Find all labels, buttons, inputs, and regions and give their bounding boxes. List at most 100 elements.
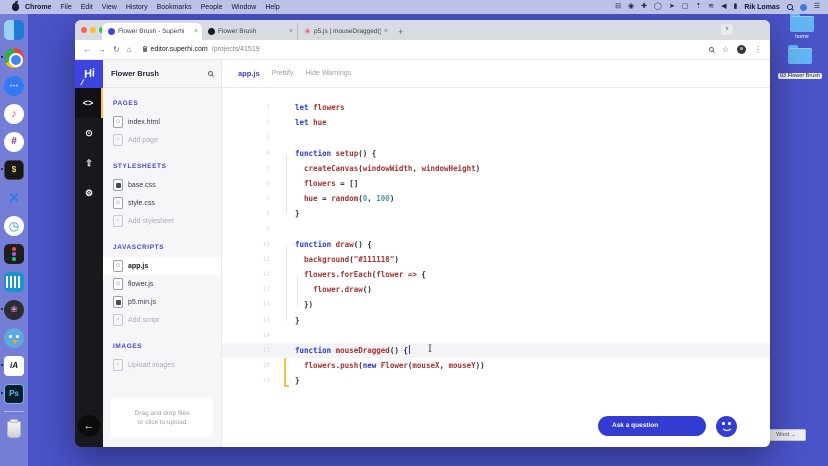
wifi-icon[interactable]: ≋: [708, 0, 714, 14]
menu-help[interactable]: Help: [265, 4, 279, 11]
code-line[interactable]: 7 hue = random(0, 100): [222, 191, 770, 206]
file-item-upload-images[interactable]: +Upload images: [103, 356, 221, 374]
dock-finder-icon[interactable]: [4, 19, 25, 40]
browser-tab[interactable]: Flower Brush×: [202, 23, 297, 40]
file-item-p5-min-js[interactable]: p5.min.js: [103, 293, 221, 311]
notification-center-icon[interactable]: ☰: [814, 0, 820, 14]
code-line[interactable]: 5 createCanvas(windowWidth, windowHeight…: [222, 161, 770, 176]
code-line[interactable]: 10function draw() {: [222, 237, 770, 252]
menu-user-name[interactable]: Rik Lomas: [744, 4, 779, 11]
minimize-window-button[interactable]: [90, 27, 96, 33]
pointer-icon[interactable]: ➤: [669, 0, 675, 14]
display-icon[interactable]: ⊟: [615, 0, 621, 14]
code-line[interactable]: 18 flowers.push(new Flower(mouseX, mouse…: [222, 358, 770, 373]
word-window-fragment[interactable]: Word ⌄: [766, 429, 806, 441]
code-line[interactable]: 9: [222, 222, 770, 237]
file-item-style-css[interactable]: ☺style.css: [103, 194, 221, 212]
spotlight-search-icon[interactable]: [787, 4, 793, 10]
settings-gear-icon[interactable]: ⚙: [75, 178, 103, 208]
search-icon[interactable]: [208, 71, 213, 76]
code-line[interactable]: 13 flower.draw(): [222, 282, 770, 297]
menu-bookmarks[interactable]: Bookmarks: [157, 4, 192, 11]
code-line[interactable]: 1let flowers: [222, 100, 770, 115]
code-line[interactable]: 8}: [222, 206, 770, 221]
dock-clock-icon[interactable]: ◷: [4, 215, 25, 236]
ask-question-button[interactable]: Ask a question: [598, 416, 706, 436]
close-window-button[interactable]: [81, 27, 87, 33]
tabstrip-chevron-icon[interactable]: ∨: [721, 24, 733, 35]
code-line[interactable]: 2let hue: [222, 115, 770, 130]
menu-view[interactable]: View: [102, 4, 117, 11]
prettify-button[interactable]: Prettify: [272, 70, 294, 77]
upload-dropzone[interactable]: Drag and drop files or click to upload: [111, 398, 213, 437]
code-line[interactable]: 6 flowers = []: [222, 176, 770, 191]
browser-tab[interactable]: Flower Brush - Superhi×: [102, 23, 202, 40]
share-upload-icon[interactable]: ⇧: [75, 148, 103, 178]
code-line[interactable]: 15}: [222, 313, 770, 328]
dock-terminal-icon[interactable]: $: [4, 159, 25, 180]
menu-people[interactable]: People: [201, 4, 223, 11]
upload-icon[interactable]: ⇡: [695, 0, 701, 14]
hide-warnings-button[interactable]: Hide Warnings: [305, 70, 351, 77]
forward-icon[interactable]: →: [98, 45, 106, 54]
code-line[interactable]: 12 flowers.forEach(flower => {: [222, 267, 770, 282]
code-line[interactable]: 17function mouseDragged() {: [222, 343, 770, 358]
monitor-icon[interactable]: ▢: [682, 0, 689, 14]
dock-ia-writer-icon[interactable]: iA: [4, 355, 25, 376]
dock-photoshop-icon[interactable]: Ps: [4, 383, 25, 404]
tab-close-icon[interactable]: ×: [194, 28, 198, 35]
file-item-add-stylesheet[interactable]: +Add stylesheet: [103, 212, 221, 230]
siri-icon[interactable]: [800, 4, 807, 11]
menu-window[interactable]: Window: [231, 4, 256, 11]
dock-dark-app-icon[interactable]: ❀: [4, 299, 25, 320]
shield-icon[interactable]: ✚: [641, 0, 647, 14]
code-line[interactable]: 4function setup() {: [222, 146, 770, 161]
battery-icon[interactable]: ▮: [733, 0, 737, 14]
record-icon[interactable]: ◉: [628, 0, 634, 14]
dock-slack-icon[interactable]: #: [4, 131, 25, 152]
dock-chrome-icon[interactable]: [4, 47, 25, 68]
file-item-add-script[interactable]: +Add script: [103, 311, 221, 329]
menu-app-name[interactable]: Chrome: [25, 4, 51, 11]
code-line[interactable]: 11 background("#111118"): [222, 252, 770, 267]
dock-music-icon[interactable]: ♪: [4, 103, 25, 124]
file-item-app-js[interactable]: ☺app.js: [103, 257, 221, 275]
avatar[interactable]: [737, 45, 746, 54]
reload-icon[interactable]: ↻: [113, 45, 120, 54]
home-icon[interactable]: ⌂: [127, 45, 132, 54]
dock-trash-icon[interactable]: [4, 419, 25, 440]
superhi-logo[interactable]: Hi: [75, 60, 103, 88]
browser-tab[interactable]: ✳p5.js | mouseDragged()×: [297, 23, 392, 40]
code-line[interactable]: 19}: [222, 373, 770, 388]
dock-messages-icon[interactable]: ⋯: [4, 75, 25, 96]
bookmark-star-icon[interactable]: ☆: [722, 45, 729, 54]
back-icon[interactable]: ←: [83, 45, 91, 54]
desktop-folder-flower-brush[interactable]: 03 Flower Brush: [778, 48, 822, 82]
tab-close-icon[interactable]: ×: [384, 28, 388, 35]
preview-eye-icon[interactable]: ⊙: [75, 118, 103, 148]
file-item-flower-js[interactable]: ☺flower.js: [103, 275, 221, 293]
tab-close-icon[interactable]: ×: [289, 28, 293, 35]
menu-history[interactable]: History: [126, 4, 148, 11]
smiley-help-icon[interactable]: [716, 416, 737, 437]
code-view-icon[interactable]: <>: [75, 88, 103, 118]
menu-edit[interactable]: Edit: [81, 4, 93, 11]
code-line[interactable]: 3: [222, 130, 770, 145]
code-line[interactable]: 14 }): [222, 297, 770, 312]
file-item-base-css[interactable]: base.css: [103, 176, 221, 194]
dock-figma-icon[interactable]: [4, 243, 25, 264]
dock-vscode-icon[interactable]: ✕: [4, 187, 25, 208]
circle-icon[interactable]: ◯: [654, 0, 662, 14]
menu-file[interactable]: File: [60, 4, 71, 11]
back-button[interactable]: ←: [78, 415, 100, 437]
dock-music-bars-icon[interactable]: [4, 271, 25, 292]
file-item-index-html[interactable]: ☺index.html: [103, 113, 221, 131]
address-bar[interactable]: editor.superhi.com/projects/41519: [143, 46, 702, 53]
desktop-folder-home[interactable]: home: [780, 16, 824, 40]
kebab-menu-icon[interactable]: ⋮: [754, 45, 762, 54]
file-item-add-page[interactable]: +Add page: [103, 131, 221, 149]
code-line[interactable]: 16: [222, 328, 770, 343]
code-editor[interactable]: 1let flowers2let hue34function setup() {…: [222, 88, 770, 447]
zoom-icon[interactable]: [709, 47, 714, 52]
volume-icon[interactable]: ◀: [721, 0, 726, 14]
